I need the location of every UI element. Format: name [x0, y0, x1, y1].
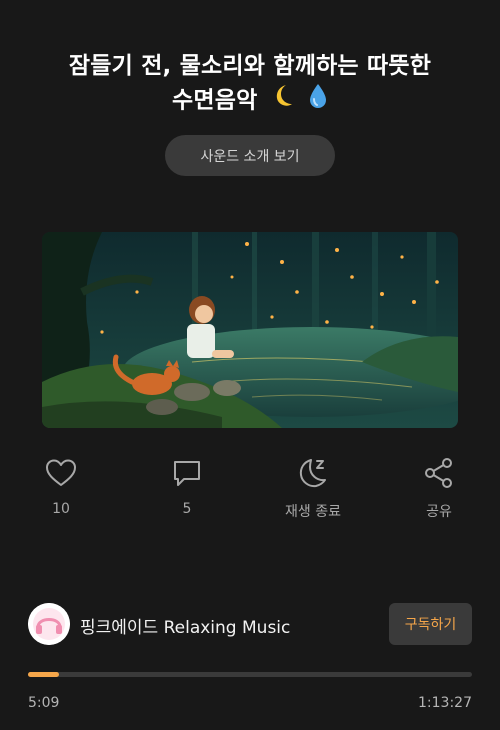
track-artwork: [42, 232, 458, 428]
sleep-timer-label: 재생 종료: [285, 504, 341, 520]
share-icon: [425, 458, 452, 488]
current-time: 5:09: [28, 695, 60, 711]
total-time: 1:13:27: [418, 695, 472, 711]
action-bar: 10 5 재생 종료 공유: [0, 455, 500, 525]
heart-icon: [46, 459, 76, 486]
track-title-line-2: 수면음악: [172, 87, 258, 114]
subscribe-button[interactable]: 구독하기: [389, 603, 472, 645]
moon-sleep-icon: [299, 459, 326, 488]
headphones-logo-icon: [28, 603, 70, 645]
comment-count: 5: [182, 501, 192, 517]
like-button[interactable]: 10: [11, 455, 111, 517]
track-title: 잠들기 전, 물소리와 함께하는 따뜻한 수면음악: [0, 50, 500, 119]
progress-bar[interactable]: [28, 672, 472, 677]
channel-avatar[interactable]: [28, 603, 70, 645]
crescent-moon-icon: [272, 84, 294, 118]
share-button[interactable]: 공유: [389, 455, 489, 521]
progress-fill: [28, 672, 60, 677]
track-title-line-1: 잠들기 전, 물소리와 함께하는 따뜻한: [68, 53, 432, 79]
channel-row: 핑크에이드 Relaxing Music 구독하기: [28, 603, 472, 645]
share-label: 공유: [426, 504, 452, 520]
sound-intro-button[interactable]: 사운드 소개 보기: [165, 135, 335, 176]
channel-name[interactable]: 핑크에이드 Relaxing Music: [80, 613, 290, 638]
like-count: 10: [52, 501, 70, 517]
sleep-timer-button[interactable]: 재생 종료: [263, 455, 363, 521]
water-drop-icon: [308, 83, 328, 119]
comment-button[interactable]: 5: [137, 455, 237, 517]
comment-icon: [174, 461, 200, 486]
